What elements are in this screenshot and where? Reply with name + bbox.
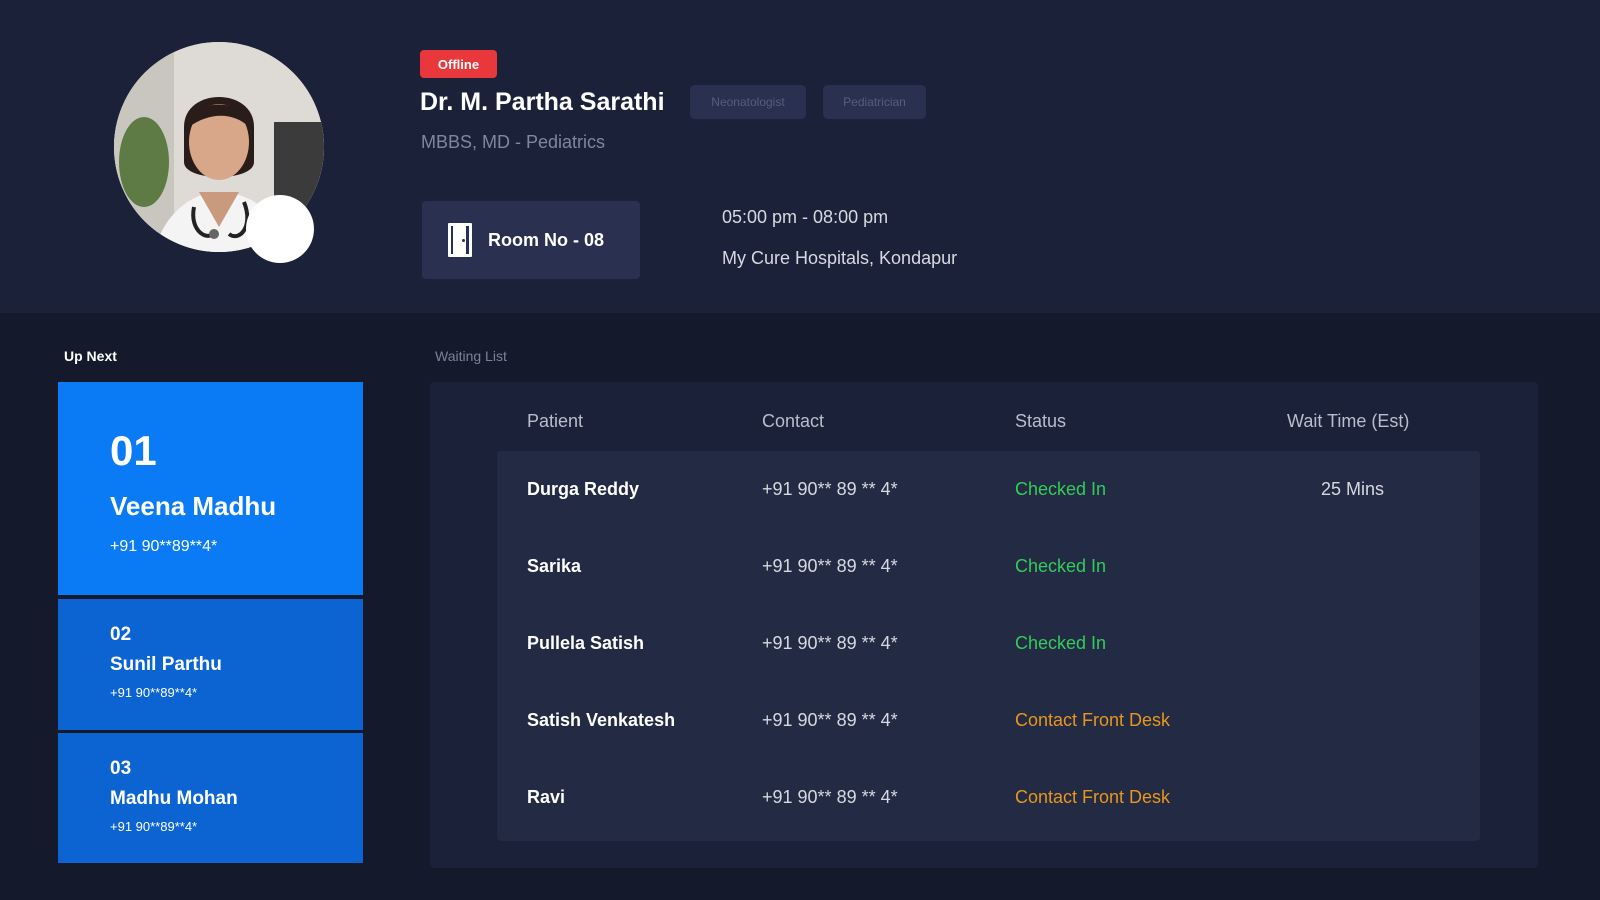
column-header-patient: Patient	[527, 411, 584, 431]
room-box: Room No - 08	[422, 201, 640, 279]
patient-name: Veena Madhu	[110, 491, 277, 521]
table-row: Satish Venkatesh +91 90** 89 ** 4* Conta…	[497, 702, 1480, 742]
column-header-status: Status	[1015, 411, 1067, 431]
patient-status: Contact Front Desk	[1015, 710, 1171, 730]
patient-phone: +91 90**89**4*	[110, 685, 198, 700]
status-badge: Offline	[420, 50, 497, 78]
doctor-name: Dr. M. Partha Sarathi	[420, 88, 665, 116]
patient-name: Madhu Mohan	[110, 788, 238, 809]
column-header-wait-time: Wait Time (Est)	[1287, 411, 1410, 431]
table-row: Pullela Satish +91 90** 89 ** 4* Checked…	[497, 625, 1480, 665]
waiting-list-table: Durga Reddy +91 90** 89 ** 4* Checked In…	[497, 451, 1480, 841]
queue-number: 02	[110, 624, 132, 645]
patient-name: Pullela Satish	[527, 633, 645, 653]
door-icon	[448, 223, 472, 257]
patient-contact: +91 90** 89 ** 4*	[762, 710, 898, 730]
patient-name: Sunil Parthu	[110, 654, 222, 675]
waiting-list-title: Waiting List	[435, 348, 507, 364]
patient-contact: +91 90** 89 ** 4*	[762, 787, 898, 807]
up-next-card: 01 Veena Madhu +91 90**89**4*	[58, 382, 363, 595]
patient-status: Checked In	[1015, 479, 1107, 499]
table-row: Sarika +91 90** 89 ** 4* Checked In	[497, 548, 1480, 588]
wait-time: 25 Mins	[1321, 479, 1385, 499]
patient-phone: +91 90**89**4*	[110, 538, 218, 555]
room-label: Room No - 08	[488, 229, 605, 250]
patient-status: Checked In	[1015, 556, 1107, 576]
specialty-tag: Pediatrician	[823, 85, 926, 119]
consultation-hours: 05:00 pm - 08:00 pm	[722, 207, 889, 227]
up-next-title: Up Next	[64, 348, 117, 364]
up-next-card: 02 Sunil Parthu +91 90**89**4*	[58, 599, 363, 730]
hospital-location: My Cure Hospitals, Kondapur	[722, 248, 958, 268]
table-row: Ravi +91 90** 89 ** 4* Contact Front Des…	[497, 779, 1480, 819]
column-header-contact: Contact	[762, 411, 825, 431]
table-row: Durga Reddy +91 90** 89 ** 4* Checked In…	[497, 471, 1480, 511]
avatar-status-indicator	[246, 195, 314, 263]
patient-name: Satish Venkatesh	[527, 710, 676, 730]
patient-contact: +91 90** 89 ** 4*	[762, 556, 898, 576]
specialty-tag: Neonatologist	[690, 85, 806, 119]
queue-number: 03	[110, 758, 132, 779]
patient-name: Ravi	[527, 787, 566, 807]
doctor-qualification: MBBS, MD - Pediatrics	[421, 132, 606, 152]
patient-status: Contact Front Desk	[1015, 787, 1171, 807]
patient-phone: +91 90**89**4*	[110, 819, 198, 834]
patient-contact: +91 90** 89 ** 4*	[762, 633, 898, 653]
patient-contact: +91 90** 89 ** 4*	[762, 479, 898, 499]
patient-name: Durga Reddy	[527, 479, 640, 499]
doctor-header: Offline Dr. M. Partha Sarathi Neonatolog…	[0, 0, 1600, 313]
patient-status: Checked In	[1015, 633, 1107, 653]
patient-name: Sarika	[527, 556, 582, 576]
up-next-card: 03 Madhu Mohan +91 90**89**4*	[58, 733, 363, 863]
queue-number: 01	[110, 427, 157, 474]
